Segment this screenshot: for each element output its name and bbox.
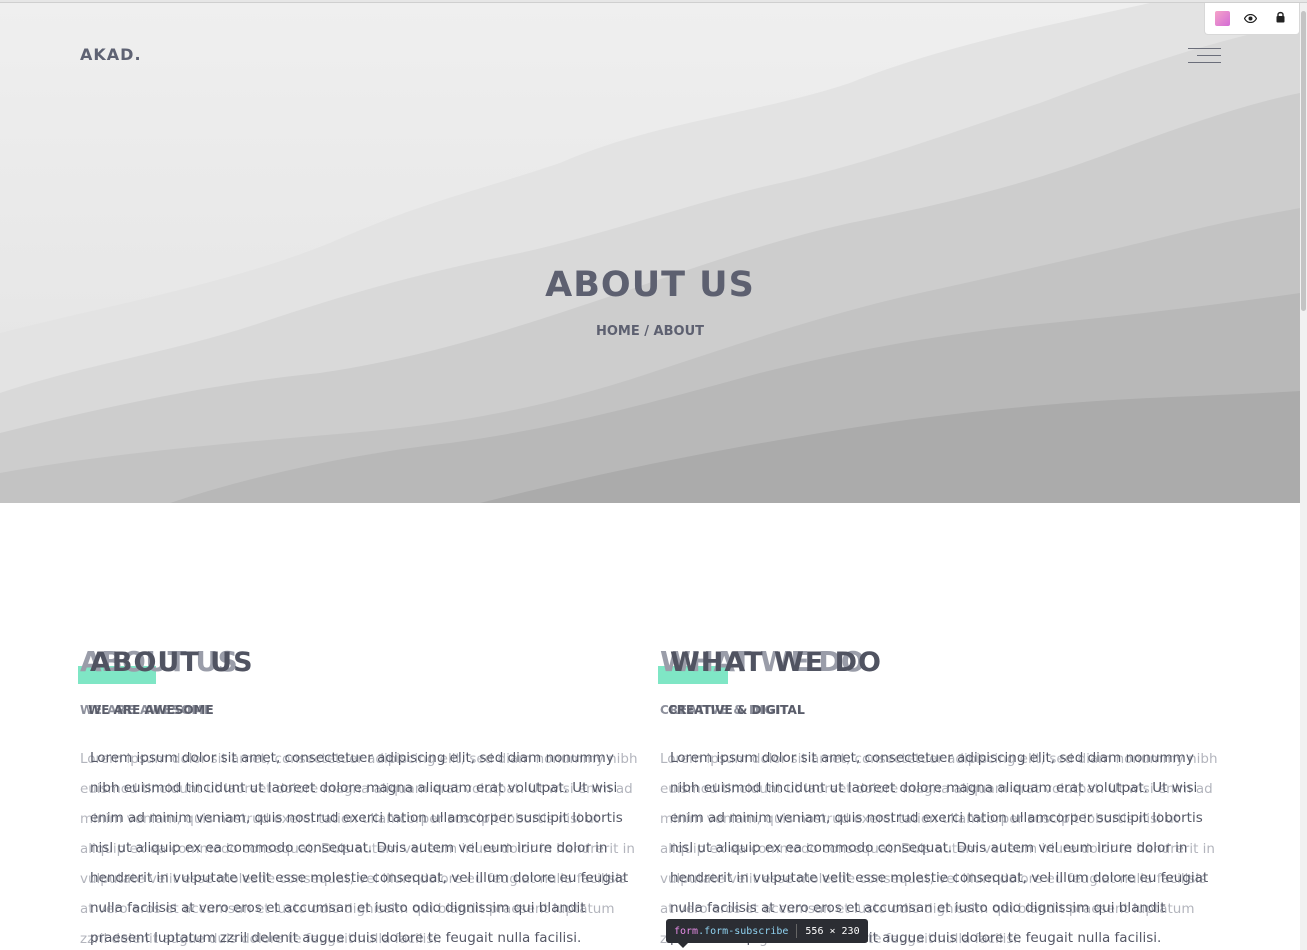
inspector-toolbar — [1204, 3, 1300, 35]
color-swatch-icon[interactable] — [1214, 11, 1230, 26]
tooltip-class: .form-subscribe — [698, 925, 789, 937]
mountain-background-image — [0, 3, 1300, 503]
browser-frame-top — [0, 0, 1307, 3]
section-title: WHAT WE DO — [670, 647, 882, 678]
section-paragraph: Lorem ipsum dolor sit amet, consectetuer… — [80, 744, 640, 950]
breadcrumb-home-link[interactable]: HOME — [596, 324, 640, 339]
section-subtitle: CREATIVE & DIGITAL CREATIVE & DIGITAL — [660, 703, 1220, 725]
hamburger-menu-icon[interactable] — [1188, 46, 1221, 66]
paragraph-text: Lorem ipsum dolor sit amet, consectetuer… — [90, 750, 629, 946]
subtitle-text: WE ARE AWESOME — [88, 703, 214, 717]
page-title: ABOUT US — [545, 265, 755, 305]
lock-icon[interactable] — [1271, 11, 1289, 26]
breadcrumb-separator: / — [644, 324, 650, 339]
tooltip-tag: form — [674, 925, 699, 937]
tooltip-size: 556 × 230 — [805, 925, 860, 937]
breadcrumb-current: ABOUT — [653, 324, 704, 339]
page-scrollbar[interactable] — [1300, 3, 1307, 950]
section-heading: WHAT WE DO WHAT WE DO — [658, 645, 1220, 689]
scrollbar-thumb[interactable] — [1301, 11, 1306, 311]
element-inspector-tooltip: form .form-subscribe 556 × 230 — [666, 919, 868, 948]
eye-icon[interactable] — [1241, 12, 1259, 26]
breadcrumb: HOME / ABOUT — [0, 324, 1300, 339]
tooltip-divider — [796, 924, 798, 938]
site-logo[interactable]: AKAD. — [80, 45, 142, 64]
hero-banner: AKAD. ABOUT US HOME / ABOUT — [0, 3, 1300, 503]
section-title: ABOUT US — [90, 647, 254, 678]
what-we-do-section: WHAT WE DO WHAT WE DO CREATIVE & DIGITAL… — [658, 645, 1220, 950]
section-subtitle: WE ARE AWESOME WE ARE AWESOME — [80, 703, 640, 725]
section-heading: ABOUT US ABOUT US — [78, 645, 640, 689]
about-us-section: ABOUT US ABOUT US WE ARE AWESOME WE ARE … — [78, 645, 640, 950]
subtitle-text: CREATIVE & DIGITAL — [668, 703, 805, 717]
